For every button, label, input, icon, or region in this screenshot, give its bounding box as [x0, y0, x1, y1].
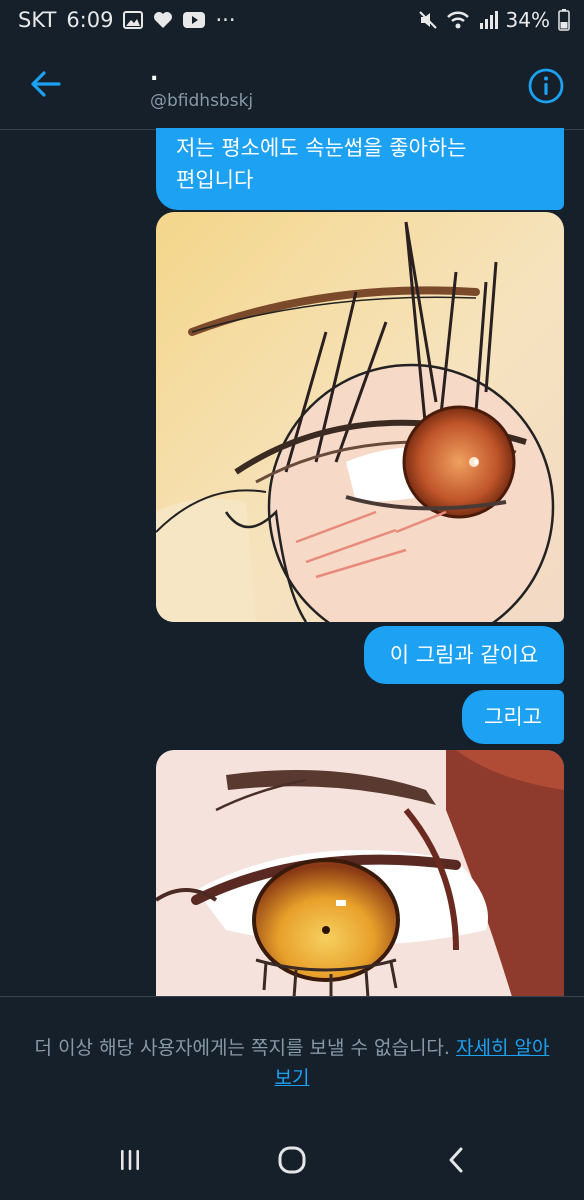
message-bubble[interactable]: 그리고	[462, 690, 564, 744]
message-text-line: 편입니다	[176, 168, 254, 192]
mute-icon	[418, 10, 438, 30]
home-icon	[278, 1146, 306, 1174]
message-image[interactable]	[156, 750, 564, 1010]
notice-text: 더 이상 해당 사용자에게는 쪽지를 보낼 수 없습니다.	[34, 1037, 456, 1059]
message-text-line: 저는 평소에도 속눈썹을 좋아하는	[176, 136, 467, 160]
info-icon	[528, 68, 564, 104]
youtube-icon	[183, 12, 206, 28]
back-button[interactable]	[28, 66, 64, 102]
home-button[interactable]	[272, 1142, 312, 1178]
recent-apps-button[interactable]	[110, 1142, 150, 1178]
message-bubble[interactable]: 이 그림과 같이요	[364, 626, 564, 684]
carrier-label: SKT	[18, 8, 57, 32]
conversation-name: .	[150, 61, 159, 86]
battery-percent: 34%	[505, 8, 550, 32]
conversation-handle: @bfidhsbskj	[150, 91, 254, 111]
info-button[interactable]	[528, 68, 564, 104]
signal-icon	[478, 10, 498, 30]
wifi-icon	[446, 10, 470, 30]
conversation-header: . @bfidhsbskj	[0, 44, 584, 130]
back-nav-button[interactable]	[436, 1142, 476, 1178]
message-image[interactable]	[156, 212, 564, 622]
battery-icon	[558, 9, 570, 31]
system-navigation-bar	[0, 1120, 584, 1200]
dm-unavailable-notice: 더 이상 해당 사용자에게는 쪽지를 보낼 수 없습니다. 자세히 알아보기	[0, 996, 584, 1120]
message-text: 이 그림과 같이요	[389, 643, 539, 667]
recent-apps-icon	[121, 1150, 139, 1170]
heart-icon	[153, 11, 173, 29]
gallery-icon	[123, 11, 144, 29]
back-chevron-icon	[449, 1147, 463, 1173]
status-bar: SKT 6:09 ··· 34%	[0, 0, 584, 44]
message-bubble[interactable]: 저는 평소에도 속눈썹을 좋아하는 편입니다	[156, 128, 564, 210]
back-arrow-icon	[31, 71, 61, 97]
clock: 6:09	[66, 8, 114, 32]
message-text: 그리고	[484, 705, 542, 729]
more-notifications-icon: ···	[215, 8, 236, 32]
